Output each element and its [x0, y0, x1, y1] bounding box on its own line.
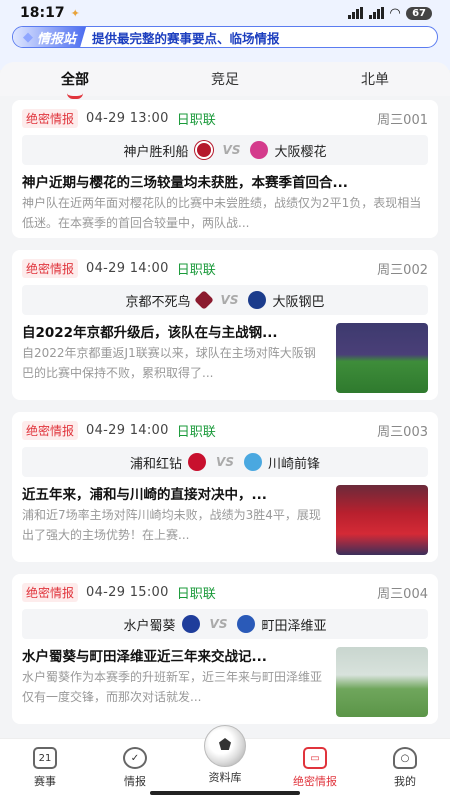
match-row: 京都不死鸟 VS 大阪钢巴	[22, 285, 428, 315]
away-team-logo-icon	[243, 453, 262, 471]
league-name: 日职联	[176, 586, 216, 602]
secret-box-icon: ▭	[303, 747, 327, 769]
nav-secret-intel-label: 绝密情报	[293, 775, 337, 788]
match-time: 04-29 14:00	[86, 260, 169, 276]
away-team: 町田泽维亚	[261, 618, 327, 634]
home-team-logo-icon	[181, 615, 200, 633]
intel-list: 绝密情报 04-29 13:00 日职联 周三001 神户胜利船 VS 大阪樱花…	[12, 100, 438, 736]
tab-bar: 全部 竞足 北单	[0, 62, 450, 99]
intel-banner[interactable]: ◆ 情报站 提供最完整的赛事要点、临场情报	[12, 26, 438, 48]
wifi-icon: ◠	[390, 5, 401, 21]
nav-events-label: 赛事	[34, 775, 56, 788]
nav-database-label: 资料库	[208, 771, 242, 784]
banner-badge-label: 情报站	[37, 31, 77, 47]
clock: 18:17	[20, 5, 65, 21]
intel-card[interactable]: 绝密情报 04-29 13:00 日职联 周三001 神户胜利船 VS 大阪樱花…	[12, 100, 438, 238]
intel-title: 自2022年京都升级后，该队在与主战钢...	[22, 325, 278, 341]
home-team-logo-icon	[194, 141, 213, 159]
user-icon: ○	[393, 747, 417, 769]
vs-label: VS	[216, 455, 234, 469]
away-team-logo-icon	[250, 141, 269, 159]
secret-tag: 绝密情报	[22, 582, 79, 602]
match-photo	[336, 647, 428, 717]
match-row: 浦和红钻 VS 川崎前锋	[22, 447, 428, 477]
home-team: 神户胜利船	[123, 144, 189, 160]
intel-title: 水户蜀葵与町田泽维亚近三年来交战记...	[22, 649, 267, 665]
intel-title: 近五年来，浦和与川崎的直接对决中，...	[22, 487, 267, 503]
battery-indicator: 67	[406, 6, 432, 20]
nav-profile-label: 我的	[394, 775, 416, 788]
home-team: 京都不死鸟	[125, 294, 191, 310]
away-team: 大阪钢巴	[272, 294, 325, 310]
nav-secret-intel[interactable]: ▭ 绝密情报	[280, 747, 350, 789]
tab-beidan-label: 北单	[361, 72, 389, 88]
intel-desc: 浦和近7场率主场对阵川崎均未败，战绩为3胜4平，展现出了强大的主场优势！在上赛.…	[22, 508, 321, 542]
home-indicator	[150, 791, 300, 795]
nav-intel-label: 情报	[124, 775, 146, 788]
tab-jingzu-label: 竞足	[211, 72, 239, 88]
tab-active-indicator	[67, 93, 83, 99]
football-icon	[204, 725, 246, 767]
intel-card[interactable]: 绝密情报 04-29 14:00 日职联 周三003 浦和红钻 VS 川崎前锋 …	[12, 412, 438, 562]
notification-icon: ✦	[70, 6, 80, 20]
intel-card[interactable]: 绝密情报 04-29 15:00 日职联 周三004 水户蜀葵 VS 町田泽维亚…	[12, 574, 438, 724]
match-code: 周三001	[377, 112, 428, 128]
secret-tag: 绝密情报	[22, 108, 79, 128]
home-team: 水户蜀葵	[123, 618, 176, 634]
league-name: 日职联	[176, 262, 216, 278]
nav-profile[interactable]: ○ 我的	[370, 747, 440, 789]
vs-label: VS	[220, 293, 239, 307]
league-name: 日职联	[176, 112, 216, 128]
nav-database[interactable]: 资料库	[190, 725, 260, 785]
tab-jingzu[interactable]: 竞足	[201, 65, 249, 93]
secret-tag: 绝密情报	[22, 420, 79, 440]
home-team-logo-icon	[188, 453, 207, 471]
home-team-logo-icon	[193, 290, 214, 310]
intel-title: 神户近期与樱花的三场较量均未获胜，本赛季首回合...	[22, 175, 348, 191]
calendar-icon: 21	[33, 747, 57, 769]
match-time: 04-29 15:00	[86, 584, 169, 600]
signal-icon-2	[369, 7, 385, 19]
tab-all-label: 全部	[61, 72, 89, 88]
team-photo	[336, 485, 428, 555]
home-team: 浦和红钻	[130, 456, 183, 472]
match-code: 周三004	[377, 586, 428, 602]
signal-icon	[348, 7, 364, 19]
nav-intel[interactable]: ✓ 情报	[100, 747, 170, 789]
tab-beidan[interactable]: 北单	[351, 65, 399, 93]
badge-logo-icon: ◆	[23, 29, 33, 45]
match-row: 水户蜀葵 VS 町田泽维亚	[22, 609, 428, 639]
away-team-logo-icon	[237, 615, 256, 633]
match-code: 周三002	[377, 262, 428, 278]
match-code: 周三003	[377, 424, 428, 440]
intel-desc: 水户蜀葵作为本赛季的升班新军，近三年来与町田泽维亚仅有一度交锋，而那次对话就发.…	[22, 670, 323, 704]
nav-events[interactable]: 21 赛事	[10, 747, 80, 789]
match-photo	[336, 323, 428, 393]
status-bar: 18:17 ✦ ◠ 67	[0, 0, 450, 26]
tab-all[interactable]: 全部	[51, 65, 99, 99]
banner-badge: ◆ 情报站	[13, 27, 87, 47]
away-team-logo-icon	[248, 291, 267, 309]
away-team: 大阪樱花	[274, 144, 327, 160]
league-name: 日职联	[176, 424, 216, 440]
intel-card[interactable]: 绝密情报 04-29 14:00 日职联 周三002 京都不死鸟 VS 大阪钢巴…	[12, 250, 438, 400]
intel-desc: 自2022年京都重返J1联赛以来，球队在主场对阵大阪钢巴的比赛中保持不败，累积取…	[22, 346, 316, 380]
intel-desc: 神户队在近两年面对樱花队的比赛中未尝胜绩，战绩仅为2平1负，表现相当低迷。在本赛…	[22, 196, 422, 230]
match-time: 04-29 14:00	[86, 422, 169, 438]
secret-tag: 绝密情报	[22, 258, 79, 278]
match-time: 04-29 13:00	[86, 110, 169, 126]
banner-text: 提供最完整的赛事要点、临场情报	[92, 30, 280, 46]
vs-label: VS	[222, 143, 241, 157]
badge-icon: ✓	[123, 747, 147, 769]
vs-label: VS	[209, 617, 228, 631]
away-team: 川崎前锋	[267, 456, 320, 472]
match-row: 神户胜利船 VS 大阪樱花	[22, 135, 428, 165]
